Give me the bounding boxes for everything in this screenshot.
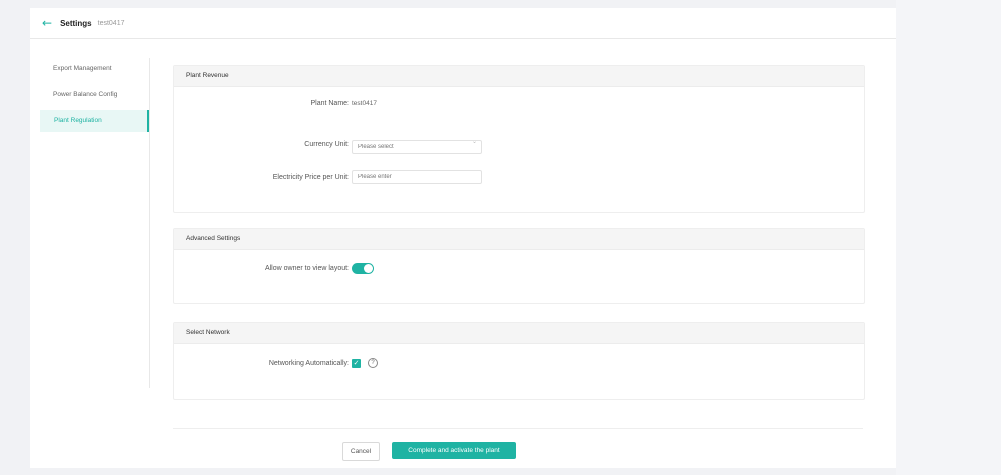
complete-activate-button[interactable]: Complete and activate the plant — [392, 442, 516, 459]
plant-name-label: Plant Name: — [310, 100, 349, 107]
section-heading: Select Network — [174, 323, 864, 344]
currency-select-input[interactable] — [352, 140, 482, 154]
auto-network-label: Networking Automatically: — [268, 359, 349, 367]
settings-sidebar: Export Management Power Balance Config P… — [40, 58, 150, 388]
layout-permission-row: Allow owner to view layout: — [174, 263, 374, 274]
currency-select[interactable]: ⌄ — [352, 135, 482, 154]
chevron-down-icon: ⌄ — [471, 139, 477, 145]
price-input[interactable] — [352, 170, 482, 184]
cancel-button[interactable]: Cancel — [342, 442, 380, 461]
section-heading: Advanced Settings — [174, 229, 864, 250]
price-label: Electricity Price per Unit: — [272, 173, 349, 181]
currency-label: Currency Unit: — [304, 141, 349, 148]
price-row: Electricity Price per Unit: — [174, 170, 482, 184]
right-background-strip — [896, 0, 1001, 475]
settings-card: ← Settings test0417 Export Management Po… — [30, 8, 896, 468]
select-network-section: Select Network Networking Automatically:… — [173, 322, 865, 400]
page-header: ← Settings test0417 — [30, 8, 896, 39]
arrow-left-icon[interactable]: ← — [42, 16, 52, 30]
page-title: Settings — [60, 18, 92, 28]
plant-name-value: test0417 — [352, 100, 377, 107]
sidebar-item-power-balance-config[interactable]: Power Balance Config — [40, 84, 149, 106]
currency-row: Currency Unit: ⌄ — [174, 135, 482, 154]
advanced-settings-section: Advanced Settings Allow owner to view la… — [173, 228, 865, 304]
auto-network-row: Networking Automatically: ✓ ? — [174, 358, 378, 368]
auto-network-checkbox[interactable]: ✓ — [352, 358, 361, 368]
plant-revenue-section: Plant Revenue Plant Name: test0417 Curre… — [173, 65, 865, 213]
plant-subtitle: test0417 — [97, 19, 125, 27]
footer-divider — [173, 428, 863, 429]
sidebar-item-plant-regulation[interactable]: Plant Regulation — [40, 110, 149, 132]
layout-permission-toggle[interactable] — [352, 263, 374, 274]
plant-name-row: Plant Name: test0417 — [174, 100, 377, 107]
question-circle-icon[interactable]: ? — [368, 358, 378, 368]
toggle-knob — [364, 264, 373, 273]
sidebar-item-export-management[interactable]: Export Management — [40, 58, 149, 80]
section-heading: Plant Revenue — [174, 66, 864, 87]
layout-permission-label: Allow owner to view layout: — [264, 265, 349, 272]
